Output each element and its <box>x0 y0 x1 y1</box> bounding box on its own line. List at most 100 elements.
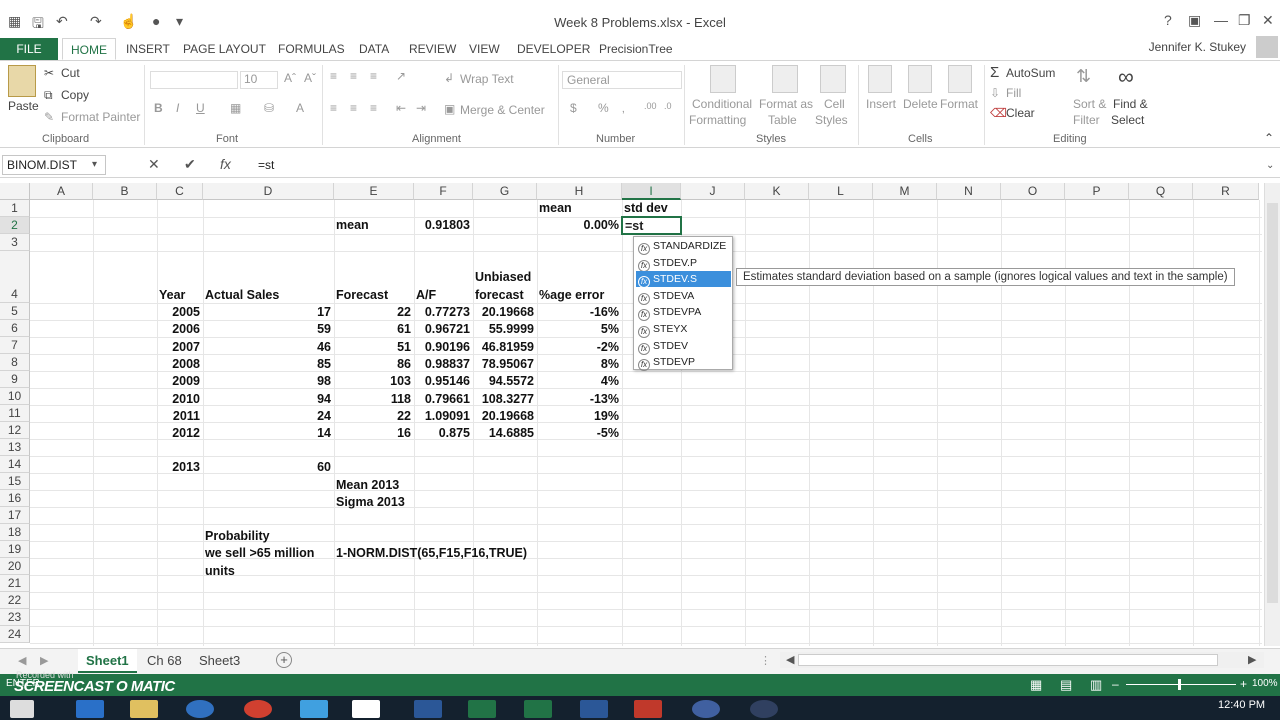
vertical-scroll-thumb[interactable] <box>1267 203 1278 603</box>
row-header-13[interactable]: 13 <box>0 439 30 456</box>
column-header-i[interactable]: I <box>622 183 681 200</box>
tab-page-layout[interactable]: PAGE LAYOUT <box>183 38 266 60</box>
format-cells-button[interactable]: Format <box>940 97 978 111</box>
row-header-22[interactable]: 22 <box>0 592 30 609</box>
cell-e16[interactable]: Sigma 2013 <box>333 495 408 509</box>
orientation-icon[interactable]: ↗ <box>396 69 406 83</box>
word-icon[interactable] <box>414 700 442 718</box>
format-as-table-label2[interactable]: Table <box>768 113 797 127</box>
sort-filter-label1[interactable]: Sort & <box>1073 97 1106 111</box>
cell-c4[interactable]: Year <box>156 288 188 302</box>
cell-c11[interactable]: 2011 <box>157 409 203 423</box>
column-header-r[interactable]: R <box>1193 183 1259 200</box>
grow-font-icon[interactable]: Aˆ <box>284 71 296 85</box>
autosum-icon[interactable]: Σ <box>990 64 999 81</box>
ie2-icon[interactable] <box>300 700 328 718</box>
cell-f2[interactable]: 0.91803 <box>414 218 473 232</box>
help-icon[interactable]: ? <box>1164 12 1172 28</box>
clear-button[interactable]: Clear <box>1006 106 1035 120</box>
cell-c7[interactable]: 2007 <box>157 340 203 354</box>
merge-center-button[interactable]: Merge & Center <box>460 103 545 117</box>
cell-d4[interactable]: Actual Sales <box>202 288 282 302</box>
enter-icon[interactable]: ✔ <box>184 156 196 173</box>
column-header-l[interactable]: L <box>809 183 873 200</box>
minimize-icon[interactable]: — <box>1214 12 1228 28</box>
misc2-taskbar-icon[interactable] <box>750 700 778 718</box>
find-select-label2[interactable]: Select <box>1111 113 1144 127</box>
cell-h6[interactable]: 5% <box>537 322 622 336</box>
cell-c8[interactable]: 2008 <box>157 357 203 371</box>
page-layout-view-icon[interactable]: ▤ <box>1060 677 1072 693</box>
cell-f12[interactable]: 0.875 <box>414 426 473 440</box>
scroll-left-icon[interactable]: ◀ <box>786 653 794 666</box>
zoom-out-icon[interactable]: – <box>1112 677 1119 691</box>
font-name-select[interactable] <box>150 71 238 89</box>
ribbon-display-icon[interactable]: ▣ <box>1188 12 1201 29</box>
zoom-in-icon[interactable]: + <box>1240 677 1247 691</box>
cell-d19[interactable]: we sell >65 million <box>202 546 317 560</box>
tab-file[interactable]: FILE <box>0 38 58 60</box>
cell-c5[interactable]: 2005 <box>157 305 203 319</box>
powerpoint-taskbar-icon[interactable] <box>634 700 662 718</box>
cell-h4[interactable]: %age error <box>536 288 607 302</box>
cell-d9[interactable]: 98 <box>203 374 334 388</box>
cell-e9[interactable]: 103 <box>334 374 414 388</box>
cell-e4[interactable]: Forecast <box>333 288 391 302</box>
scroll-right-icon[interactable]: ▶ <box>1248 653 1256 666</box>
cell-g6[interactable]: 55.9999 <box>473 322 537 336</box>
autocomplete-item-stdevpa[interactable]: fx STDEVPA <box>636 304 731 322</box>
insert-cells-icon[interactable] <box>868 65 892 93</box>
cell-g4-line2[interactable]: forecast <box>472 288 527 302</box>
row-header-21[interactable]: 21 <box>0 575 30 592</box>
font-size-select[interactable]: 10 <box>240 71 278 89</box>
cell-f4[interactable]: A/F <box>413 288 439 302</box>
paste-button[interactable]: Paste <box>8 99 39 113</box>
tab-home[interactable]: HOME <box>62 38 116 60</box>
increase-decimal-icon[interactable]: .00 <box>644 101 657 111</box>
name-box-dropdown-icon[interactable]: ▾ <box>92 159 97 170</box>
conditional-formatting-label2[interactable]: Formatting <box>689 113 746 127</box>
row-header-11[interactable]: 11 <box>0 405 30 422</box>
tab-review[interactable]: REVIEW <box>409 38 456 60</box>
align-middle-icon[interactable]: ≡ <box>350 69 357 83</box>
underline-icon[interactable]: U <box>196 101 205 115</box>
cell-d18[interactable]: Probability <box>202 529 273 543</box>
cell-e15[interactable]: Mean 2013 <box>333 478 402 492</box>
conditional-formatting-icon[interactable] <box>710 65 736 93</box>
formula-input[interactable]: =st <box>258 158 274 172</box>
column-header-f[interactable]: F <box>414 183 473 200</box>
vertical-scrollbar[interactable] <box>1264 183 1280 646</box>
cell-g11[interactable]: 20.19668 <box>473 409 537 423</box>
align-bottom-icon[interactable]: ≡ <box>370 69 377 83</box>
cell-e2[interactable]: mean <box>333 218 372 232</box>
cell-styles-label2[interactable]: Styles <box>815 113 848 127</box>
column-header-n[interactable]: N <box>937 183 1001 200</box>
explorer-icon[interactable] <box>130 700 158 718</box>
cell-g7[interactable]: 46.81959 <box>473 340 537 354</box>
cell-c9[interactable]: 2009 <box>157 374 203 388</box>
italic-icon[interactable]: I <box>176 101 179 115</box>
sort-filter-icon[interactable]: ⇅ <box>1076 66 1091 87</box>
hscroll-options-icon[interactable]: ⋮ <box>760 654 771 667</box>
function-autocomplete-list[interactable]: fx STANDARDIZE fx STDEV.P fx STDEV.S fx STDEVA f… <box>633 236 733 372</box>
fill-icon[interactable]: ⇩ <box>990 86 1000 100</box>
row-header-9[interactable]: 9 <box>0 371 30 388</box>
cell-e8[interactable]: 86 <box>334 357 414 371</box>
column-header-a[interactable]: A <box>30 183 93 200</box>
row-header-20[interactable]: 20 <box>0 558 30 575</box>
maximize-icon[interactable]: ❐ <box>1238 12 1251 29</box>
cell-d5[interactable]: 17 <box>203 305 334 319</box>
find-select-label1[interactable]: Find & <box>1113 97 1148 111</box>
autocomplete-item-standardize[interactable]: fx STANDARDIZE <box>636 238 731 255</box>
cell-d20[interactable]: units <box>202 564 238 578</box>
ie-icon[interactable] <box>76 700 104 718</box>
cell-c6[interactable]: 2006 <box>157 322 203 336</box>
cut-icon[interactable]: ✂ <box>44 66 54 80</box>
wrap-text-button[interactable]: Wrap Text <box>460 72 514 86</box>
row-header-23[interactable]: 23 <box>0 609 30 626</box>
cell-f5[interactable]: 0.77273 <box>414 305 473 319</box>
find-select-icon[interactable]: ∞ <box>1118 64 1134 90</box>
row-header-18[interactable]: 18 <box>0 524 30 541</box>
cell-e7[interactable]: 51 <box>334 340 414 354</box>
cell-f6[interactable]: 0.96721 <box>414 322 473 336</box>
